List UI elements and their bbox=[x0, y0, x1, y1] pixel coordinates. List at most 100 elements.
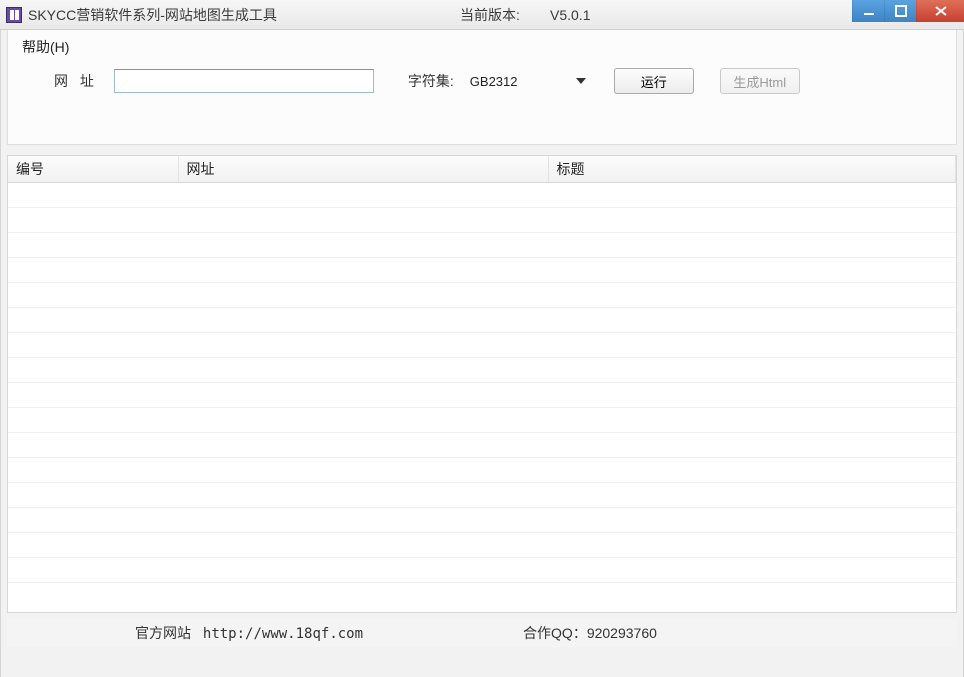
cell-num bbox=[8, 482, 178, 507]
cell-num bbox=[8, 357, 178, 382]
qq-label: 合作QQ： bbox=[523, 625, 587, 641]
window-title: SKYCC营销软件系列-网站地图生成工具 bbox=[28, 5, 277, 25]
cell-title bbox=[548, 332, 956, 357]
minimize-button[interactable] bbox=[852, 0, 884, 22]
cell-num bbox=[8, 332, 178, 357]
cell-url bbox=[178, 507, 548, 532]
cell-title bbox=[548, 557, 956, 582]
cell-url bbox=[178, 307, 548, 332]
col-header-num[interactable]: 编号 bbox=[8, 156, 178, 182]
table-row[interactable] bbox=[8, 457, 956, 482]
charset-combo[interactable]: GB2312 bbox=[468, 70, 588, 92]
qq-value: 920293760 bbox=[587, 625, 657, 641]
cell-num bbox=[8, 432, 178, 457]
cell-url bbox=[178, 282, 548, 307]
cell-url bbox=[178, 482, 548, 507]
run-button[interactable]: 运行 bbox=[614, 68, 694, 94]
cell-title bbox=[548, 282, 956, 307]
table-row[interactable] bbox=[8, 482, 956, 507]
menu-help[interactable]: 帮助(H) bbox=[18, 35, 73, 59]
close-icon bbox=[934, 5, 948, 17]
table-row[interactable] bbox=[8, 507, 956, 532]
cell-title bbox=[548, 207, 956, 232]
cell-title bbox=[548, 182, 956, 207]
cell-title bbox=[548, 232, 956, 257]
results-table: 编号 网址 标题 bbox=[8, 156, 956, 583]
official-label: 官方网站 bbox=[135, 625, 191, 641]
menubar: 帮助(H) bbox=[8, 30, 956, 62]
cell-url bbox=[178, 257, 548, 282]
cell-url bbox=[178, 532, 548, 557]
cell-url bbox=[178, 207, 548, 232]
charset-label: 字符集: bbox=[408, 71, 454, 91]
table-row[interactable] bbox=[8, 182, 956, 207]
table-row[interactable] bbox=[8, 332, 956, 357]
top-panel: 帮助(H) 网 址 字符集: GB2312 运行 生成Html bbox=[7, 30, 957, 145]
table-row[interactable] bbox=[8, 307, 956, 332]
col-header-title[interactable]: 标题 bbox=[548, 156, 956, 182]
cell-url bbox=[178, 232, 548, 257]
table-header-row: 编号 网址 标题 bbox=[8, 156, 956, 182]
cell-num bbox=[8, 282, 178, 307]
cell-num bbox=[8, 557, 178, 582]
table-row[interactable] bbox=[8, 282, 956, 307]
cell-num bbox=[8, 257, 178, 282]
partner-qq: 合作QQ：920293760 bbox=[523, 623, 657, 643]
cell-num bbox=[8, 457, 178, 482]
chevron-down-icon bbox=[574, 74, 588, 88]
footer: 官方网站 http://www.18qf.com 合作QQ：920293760 bbox=[7, 619, 957, 647]
cell-num bbox=[8, 182, 178, 207]
version-label: 当前版本: bbox=[460, 5, 520, 25]
close-button[interactable] bbox=[916, 0, 964, 22]
table-row[interactable] bbox=[8, 382, 956, 407]
cell-url bbox=[178, 407, 548, 432]
cell-url bbox=[178, 332, 548, 357]
maximize-icon bbox=[895, 5, 907, 17]
generate-html-button[interactable]: 生成Html bbox=[720, 68, 800, 94]
window-controls bbox=[852, 0, 964, 22]
cell-title bbox=[548, 432, 956, 457]
table-row[interactable] bbox=[8, 532, 956, 557]
cell-num bbox=[8, 407, 178, 432]
version-value: V5.0.1 bbox=[550, 7, 590, 23]
table-row[interactable] bbox=[8, 232, 956, 257]
cell-title bbox=[548, 307, 956, 332]
maximize-button[interactable] bbox=[884, 0, 916, 22]
cell-title bbox=[548, 507, 956, 532]
cell-url bbox=[178, 357, 548, 382]
titlebar: SKYCC营销软件系列-网站地图生成工具 当前版本: V5.0.1 bbox=[0, 0, 964, 30]
col-header-url[interactable]: 网址 bbox=[178, 156, 548, 182]
cell-num bbox=[8, 307, 178, 332]
table-row[interactable] bbox=[8, 257, 956, 282]
cell-url bbox=[178, 182, 548, 207]
table-row[interactable] bbox=[8, 357, 956, 382]
cell-title bbox=[548, 482, 956, 507]
cell-num bbox=[8, 207, 178, 232]
cell-url bbox=[178, 432, 548, 457]
cell-title bbox=[548, 532, 956, 557]
cell-title bbox=[548, 457, 956, 482]
cell-num bbox=[8, 507, 178, 532]
cell-url bbox=[178, 557, 548, 582]
cell-url bbox=[178, 457, 548, 482]
table-row[interactable] bbox=[8, 432, 956, 457]
cell-title bbox=[548, 407, 956, 432]
app-icon bbox=[6, 7, 22, 23]
cell-title bbox=[548, 357, 956, 382]
cell-url bbox=[178, 382, 548, 407]
cell-num bbox=[8, 382, 178, 407]
table-row[interactable] bbox=[8, 557, 956, 582]
results-table-wrap: 编号 网址 标题 bbox=[7, 155, 957, 613]
cell-title bbox=[548, 382, 956, 407]
toolbar: 网 址 字符集: GB2312 运行 生成Html bbox=[8, 62, 956, 94]
official-url-link[interactable]: http://www.18qf.com bbox=[203, 626, 363, 642]
charset-value: GB2312 bbox=[468, 74, 574, 89]
table-row[interactable] bbox=[8, 207, 956, 232]
url-label: 网 址 bbox=[54, 71, 98, 91]
cell-title bbox=[548, 257, 956, 282]
minimize-icon bbox=[863, 5, 875, 17]
table-row[interactable] bbox=[8, 407, 956, 432]
official-site: 官方网站 http://www.18qf.com bbox=[135, 623, 363, 643]
url-input[interactable] bbox=[114, 69, 374, 93]
cell-num bbox=[8, 532, 178, 557]
